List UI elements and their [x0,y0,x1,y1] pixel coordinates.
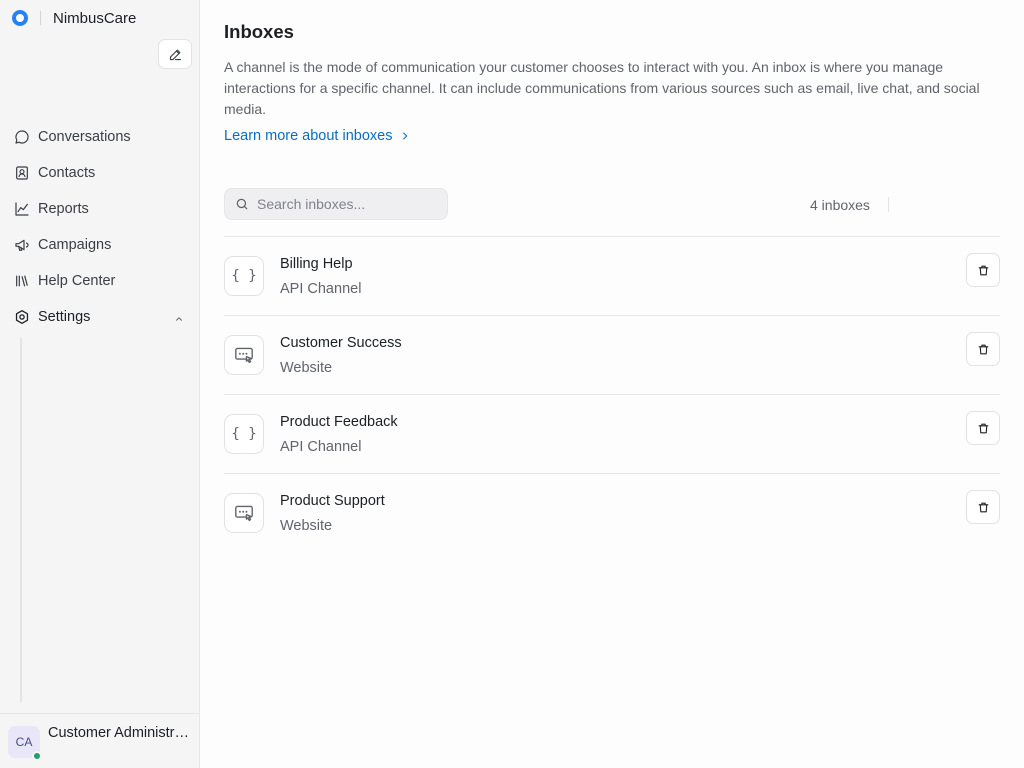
trash-icon [978,502,988,512]
brand-logo-icon [12,10,28,26]
trash-icon [978,265,988,275]
sidebar-item-contacts[interactable]: Contacts [0,155,200,191]
website-chat-icon [224,493,264,533]
sidebar-item-label: Campaigns [38,237,112,253]
brand-divider [40,11,41,25]
sidebar-item-conversations[interactable]: Conversations [0,119,200,155]
user-name: Customer Administrator [48,725,190,741]
website-chat-icon [224,335,264,375]
search-icon [236,198,248,210]
search-input[interactable] [257,196,437,212]
avatar-initials: CA [15,735,33,749]
chevron-up-icon[interactable] [174,312,184,328]
inbox-row-customer-success[interactable]: Customer Success Website [224,315,1000,394]
brand[interactable]: NimbusCare [12,9,136,27]
settings-icon [14,309,30,325]
sidebar-nav: Conversations Contacts Reports Campaigns… [0,119,200,335]
inbox-row-product-support[interactable]: Product Support Website [224,473,1000,552]
sidebar: NimbusCare Conversations Contacts Report… [0,0,200,768]
api-braces-icon: { } [224,414,264,454]
inbox-name: Billing Help [280,256,353,272]
brand-name: NimbusCare [53,9,137,27]
online-status-dot [32,751,42,761]
inbox-type: Website [280,518,333,534]
sidebar-item-campaigns[interactable]: Campaigns [0,227,200,263]
learn-more-link[interactable]: Learn more about inboxes [224,128,410,144]
megaphone-icon [14,237,30,253]
avatar: CA [8,726,42,761]
trash-icon [978,423,988,433]
delete-inbox-button[interactable] [966,332,1000,366]
line-chart-icon [14,201,30,217]
sidebar-item-label: Help Center [38,273,116,289]
sidebar-item-label: Reports [38,201,89,217]
inbox-type: API Channel [280,281,362,297]
sidebar-item-reports[interactable]: Reports [0,191,200,227]
delete-inbox-button[interactable] [966,253,1000,287]
sidebar-item-label: Settings [38,309,91,325]
pencil-icon [169,49,181,60]
inbox-row-product-feedback[interactable]: { } Product Feedback API Channel [224,394,1000,473]
library-icon [14,273,30,289]
user-profile[interactable]: CA Customer Administrator [0,713,199,768]
inbox-list: { } Billing Help API Channel Customer Su… [224,236,1000,552]
delete-inbox-button[interactable] [966,411,1000,445]
sidebar-item-settings[interactable]: Settings [0,299,200,335]
sidebar-item-label: Contacts [38,165,96,181]
inbox-type: Website [280,360,333,376]
trash-icon [978,344,988,354]
api-braces-icon: { } [224,256,264,296]
contact-card-icon [14,165,30,181]
sidebar-item-label: Conversations [38,129,131,145]
chevron-right-icon [400,131,410,141]
inbox-name: Product Support [280,493,385,509]
count-divider [888,197,889,212]
inbox-name: Customer Success [280,335,402,351]
inbox-name: Product Feedback [280,414,398,430]
page-title: Inboxes [224,21,294,42]
inbox-row-billing-help[interactable]: { } Billing Help API Channel [224,236,1000,315]
delete-inbox-button[interactable] [966,490,1000,524]
chat-bubble-icon [14,129,30,145]
sidebar-item-help-center[interactable]: Help Center [0,263,200,299]
inbox-type: API Channel [280,439,362,455]
search-box[interactable] [224,188,448,220]
compose-button[interactable] [158,39,192,69]
settings-submenu-rail [20,338,22,702]
inbox-count: 4 inboxes [810,197,870,213]
page-description: A channel is the mode of communication y… [224,59,980,117]
learn-more-label: Learn more about inboxes [224,128,393,144]
